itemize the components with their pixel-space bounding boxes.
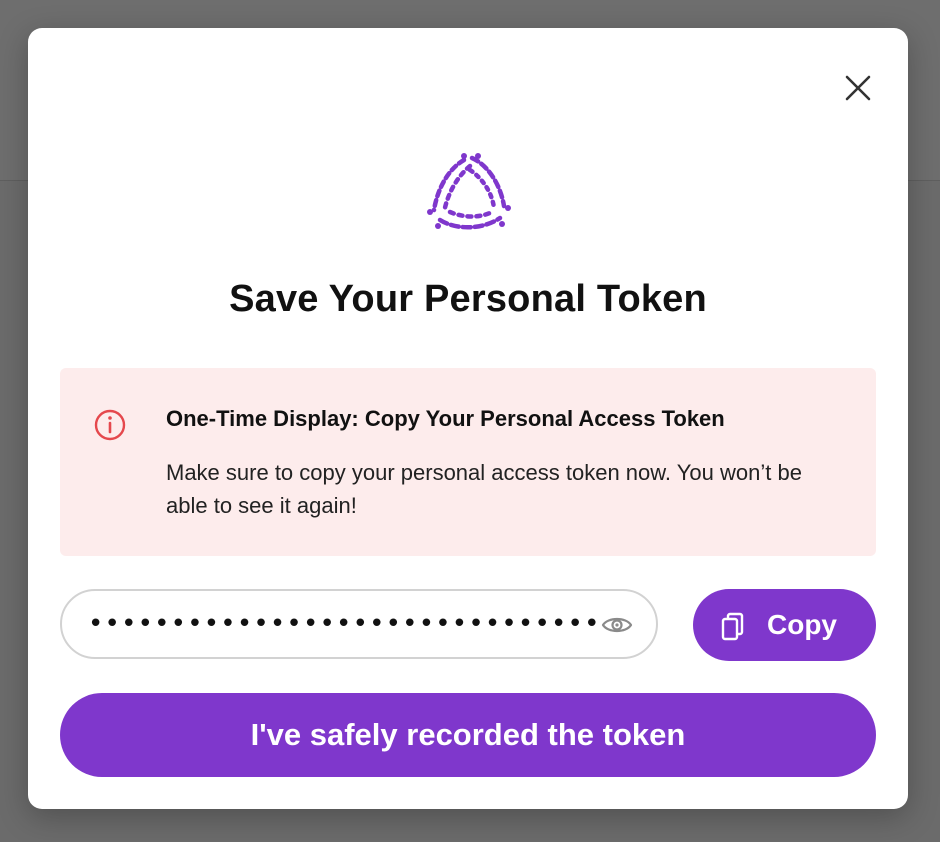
copy-icon: [721, 612, 744, 641]
one-time-display-alert: One-Time Display: Copy Your Personal Acc…: [60, 368, 876, 556]
close-button[interactable]: [840, 70, 876, 106]
token-modal: Save Your Personal Token One-Time Displa…: [28, 28, 908, 809]
close-icon: [845, 75, 871, 101]
alert-title: One-Time Display: Copy Your Personal Acc…: [166, 406, 725, 431]
confirm-recorded-button[interactable]: I've safely recorded the token: [60, 693, 876, 777]
copy-button[interactable]: Copy: [693, 589, 876, 661]
copy-button-label: Copy: [767, 609, 837, 640]
token-masked-value: •••••••••••••••••••••••••••••••: [88, 609, 601, 639]
alert-message: Make sure to copy your personal access t…: [166, 460, 802, 518]
modal-title: Save Your Personal Token: [229, 278, 707, 320]
reveal-token-button[interactable]: [600, 608, 634, 642]
eye-icon: [601, 617, 633, 633]
token-input[interactable]: •••••••••••••••••••••••••••••••: [60, 589, 658, 659]
info-circle-icon: [92, 407, 128, 443]
confirm-button-label: I've safely recorded the token: [250, 717, 686, 752]
brand-logo-icon: [420, 146, 516, 242]
